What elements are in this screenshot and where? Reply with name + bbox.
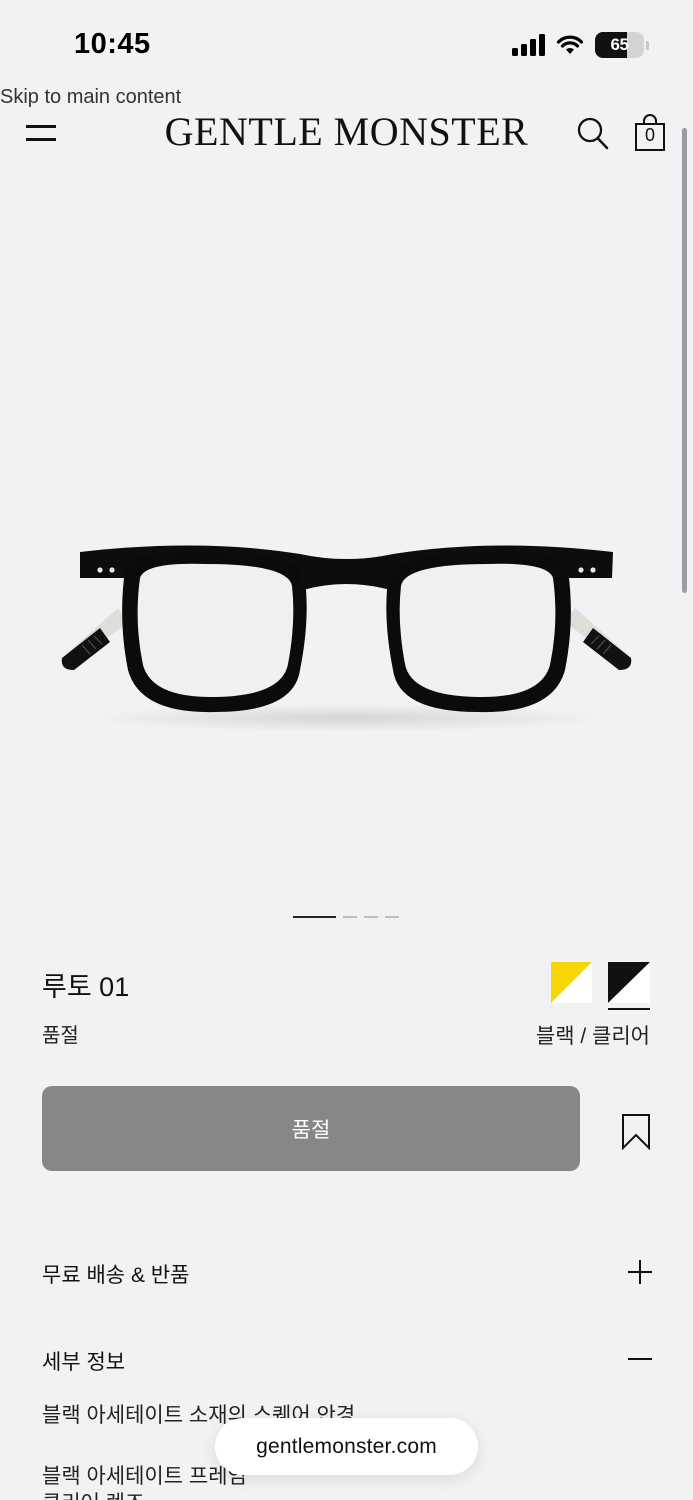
- detail-line: 블랙 아세테이트 프레임: [42, 1465, 247, 1488]
- status-time: 10:45: [74, 28, 151, 60]
- product-name: 루토 01: [42, 972, 130, 1002]
- battery-icon: 65: [595, 32, 644, 58]
- shopping-bag-button[interactable]: 0: [634, 114, 666, 152]
- product-image[interactable]: [0, 490, 693, 740]
- carousel-dot[interactable]: [343, 916, 357, 918]
- accordion-details-label[interactable]: 세부 정보: [42, 1346, 125, 1376]
- soldout-button[interactable]: 품절: [42, 1086, 580, 1171]
- carousel-dot[interactable]: [293, 916, 336, 918]
- accordion-shipping-label[interactable]: 무료 배송 & 반품: [42, 1259, 189, 1289]
- wifi-icon: [556, 35, 584, 54]
- status-icons: 65: [512, 32, 649, 58]
- selected-swatch-indicator: [608, 1008, 650, 1010]
- battery-cap: [646, 40, 649, 50]
- search-icon[interactable]: [576, 116, 610, 152]
- carousel-indicator[interactable]: [293, 916, 399, 918]
- carousel-dot[interactable]: [364, 916, 378, 918]
- detail-line: 클리어 렌즈: [42, 1487, 144, 1500]
- battery-level: 65: [610, 35, 629, 54]
- plus-icon[interactable]: [628, 1260, 652, 1284]
- stock-status: 품절: [42, 1025, 79, 1047]
- skip-to-main-link[interactable]: Skip to main content: [0, 86, 181, 109]
- carousel-dot[interactable]: [385, 916, 399, 918]
- cart-count: 0: [644, 125, 655, 145]
- minus-icon[interactable]: [628, 1347, 652, 1371]
- color-name: 블랙 / 클리어: [535, 1025, 650, 1048]
- browser-url-bar[interactable]: gentlemonster.com: [215, 1418, 478, 1475]
- color-swatch-yellow[interactable]: [551, 962, 592, 1003]
- color-swatch-black-clear[interactable]: [608, 962, 650, 1003]
- bookmark-icon[interactable]: [620, 1113, 652, 1151]
- cellular-signal-icon: [512, 34, 545, 56]
